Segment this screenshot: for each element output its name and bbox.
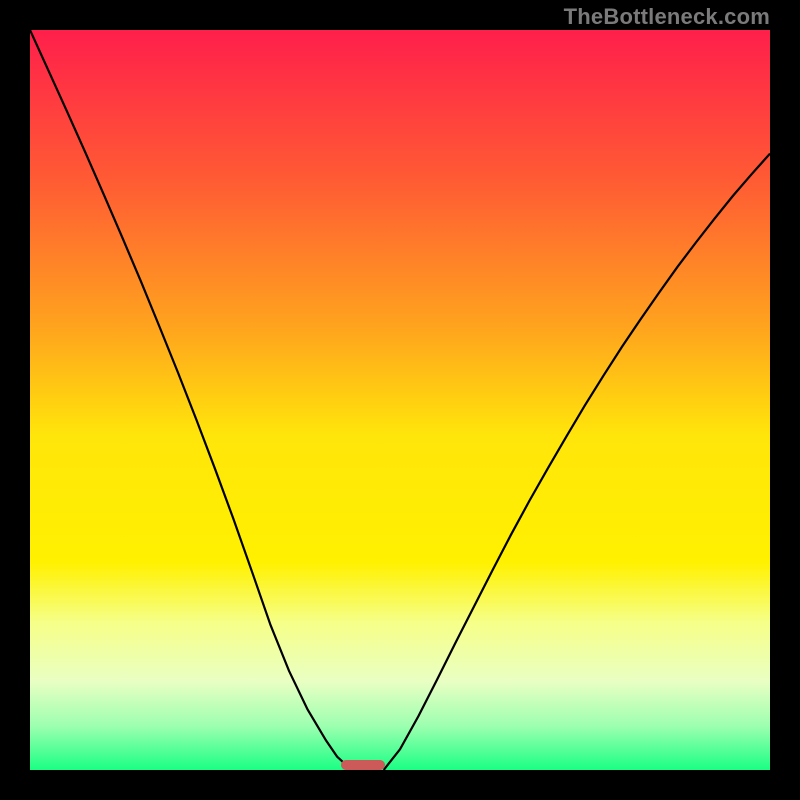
watermark-text: TheBottleneck.com	[564, 4, 770, 30]
bottleneck-curve	[30, 30, 770, 770]
curve-left-branch	[30, 30, 350, 770]
bottleneck-marker	[341, 760, 385, 770]
plot-area	[30, 30, 770, 770]
curve-right-branch	[384, 154, 770, 770]
chart-frame: TheBottleneck.com	[0, 0, 800, 800]
